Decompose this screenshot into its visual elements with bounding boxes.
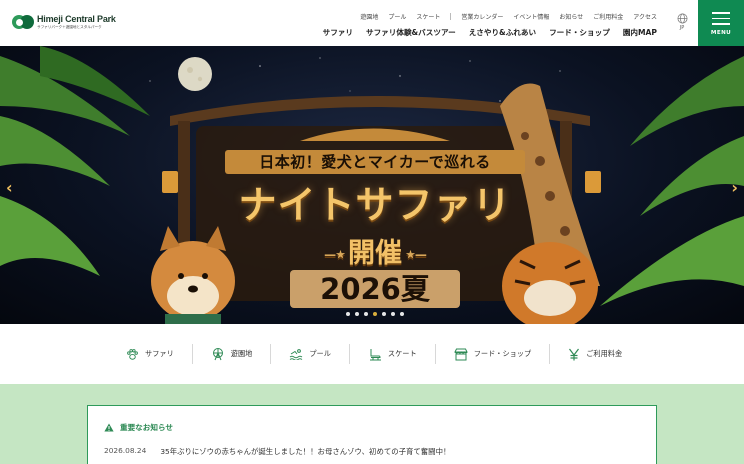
main-nav: サファリ サファリ体験&バスツアー えさやり&ふれあい フード・ショップ 園内M…	[323, 27, 657, 38]
quicknav-pool[interactable]: プール	[270, 344, 349, 364]
subnav-access[interactable]: アクセス	[633, 12, 657, 21]
hero-year: 2026夏	[290, 270, 460, 308]
subnav-news[interactable]: お知らせ	[559, 12, 583, 21]
subnav-skate[interactable]: スケート	[416, 12, 440, 21]
logo-mark-icon	[12, 14, 34, 30]
important-notice-card: 重要なお知らせ 2026.08.24 35年ぶりにゾウの赤ちゃんが誕生しました！…	[87, 405, 657, 464]
news-text[interactable]: 35年ぶりにゾウの赤ちゃんが誕生しました！！お母さんゾウ、初めての子育て奮闘中！	[160, 446, 450, 457]
nav-safari[interactable]: サファリ	[323, 27, 353, 38]
logo-name: Himeji Central Park	[37, 13, 116, 24]
notice-heading-text: 重要なお知らせ	[120, 423, 174, 432]
swim-icon	[290, 349, 303, 360]
slide-dot[interactable]	[382, 312, 386, 316]
site-logo[interactable]: Himeji Central Park サファリパーク＋遊園地とスタルパーク	[12, 14, 116, 30]
news-item[interactable]: 2026.08.24 35年ぶりにゾウの赤ちゃんが誕生しました！！お母さんゾウ、…	[104, 446, 450, 457]
quicknav-label: スケート	[387, 349, 417, 358]
hero-subtitle-wrap: —★ 開催 ★—	[230, 231, 520, 270]
slide-dot[interactable]	[364, 312, 368, 316]
slide-dot[interactable]	[346, 312, 350, 316]
subnav-calendar[interactable]: 営業カレンダー	[461, 12, 503, 21]
quicknav-safari[interactable]: サファリ	[108, 344, 192, 364]
hero-subtitle: 開催	[348, 238, 402, 269]
warning-icon	[104, 423, 114, 432]
hamburger-icon	[712, 12, 730, 29]
subnav-pool[interactable]: プール	[388, 12, 406, 21]
shop-icon	[453, 348, 468, 360]
slide-dot[interactable]	[400, 312, 404, 316]
notice-heading: 重要なお知らせ	[104, 422, 173, 433]
language-selector[interactable]: JP	[675, 13, 689, 31]
quicknav-label: プール	[309, 349, 331, 358]
menu-label: MENU	[710, 30, 732, 36]
slide-dot[interactable]	[391, 312, 395, 316]
nav-safari-experience[interactable]: サファリ体験&バスツアー	[366, 27, 456, 38]
nav-feeding[interactable]: えさやり&ふれあい	[469, 27, 536, 38]
quicknav-amusement[interactable]: 遊園地	[191, 344, 271, 364]
globe-icon	[677, 13, 687, 24]
quicknav-label: ご利用料金	[586, 349, 623, 358]
hero-text-layer: 日本初！愛犬とマイカーで巡れる ナイトサファリ —★ 開催 ★— 2026夏	[0, 46, 744, 324]
subnav-amusement[interactable]: 遊園地	[360, 12, 378, 21]
slide-indicators	[346, 312, 404, 316]
next-slide-arrow-icon[interactable]: ›	[731, 178, 738, 197]
slide-dot[interactable]	[355, 312, 359, 316]
quicknav-food-shop[interactable]: フード・ショップ	[434, 344, 550, 364]
skate-icon	[369, 348, 381, 360]
site-header: Himeji Central Park サファリパーク＋遊園地とスタルパーク 遊…	[0, 0, 744, 46]
subnav-events[interactable]: イベント情報	[513, 12, 549, 21]
prev-slide-arrow-icon[interactable]: ‹	[6, 178, 13, 197]
ornament-left-icon: —★	[324, 247, 348, 262]
ornament-right-icon: ★—	[402, 247, 427, 262]
language-label: JP	[679, 25, 685, 31]
nav-park-map[interactable]: 園内MAP	[623, 27, 657, 38]
quicknav-pricing[interactable]: ご利用料金	[549, 344, 640, 364]
subnav-pricing[interactable]: ご利用料金	[593, 12, 623, 21]
quick-nav: サファリ 遊園地 プール スケート フード・ショップ ご利用料金	[0, 324, 744, 384]
hero-banner[interactable]: 日本初！愛犬とマイカーで巡れる ナイトサファリ —★ 開催 ★— 2026夏 ‹…	[0, 46, 744, 324]
hero-title: ナイトサファリ	[238, 183, 512, 227]
quicknav-label: フード・ショップ	[473, 349, 532, 358]
utility-nav: 遊園地 プール スケート 営業カレンダー イベント情報 お知らせ ご利用料金 ア…	[360, 12, 657, 21]
hero-tagline: 日本初！愛犬とマイカーで巡れる	[225, 150, 525, 174]
yen-icon	[569, 348, 580, 360]
quicknav-label: 遊園地	[230, 349, 253, 358]
menu-button[interactable]: MENU	[698, 0, 744, 46]
ferris-wheel-icon	[212, 348, 223, 361]
subnav-divider	[450, 13, 452, 20]
quicknav-label: サファリ	[145, 349, 174, 358]
paw-icon	[127, 348, 138, 360]
quicknav-skate[interactable]: スケート	[348, 344, 435, 364]
slide-dot-active[interactable]	[373, 312, 377, 316]
nav-food-shop[interactable]: フード・ショップ	[549, 27, 610, 38]
news-date: 2026.08.24	[104, 446, 147, 455]
logo-subtitle: サファリパーク＋遊園地とスタルパーク	[37, 24, 102, 29]
